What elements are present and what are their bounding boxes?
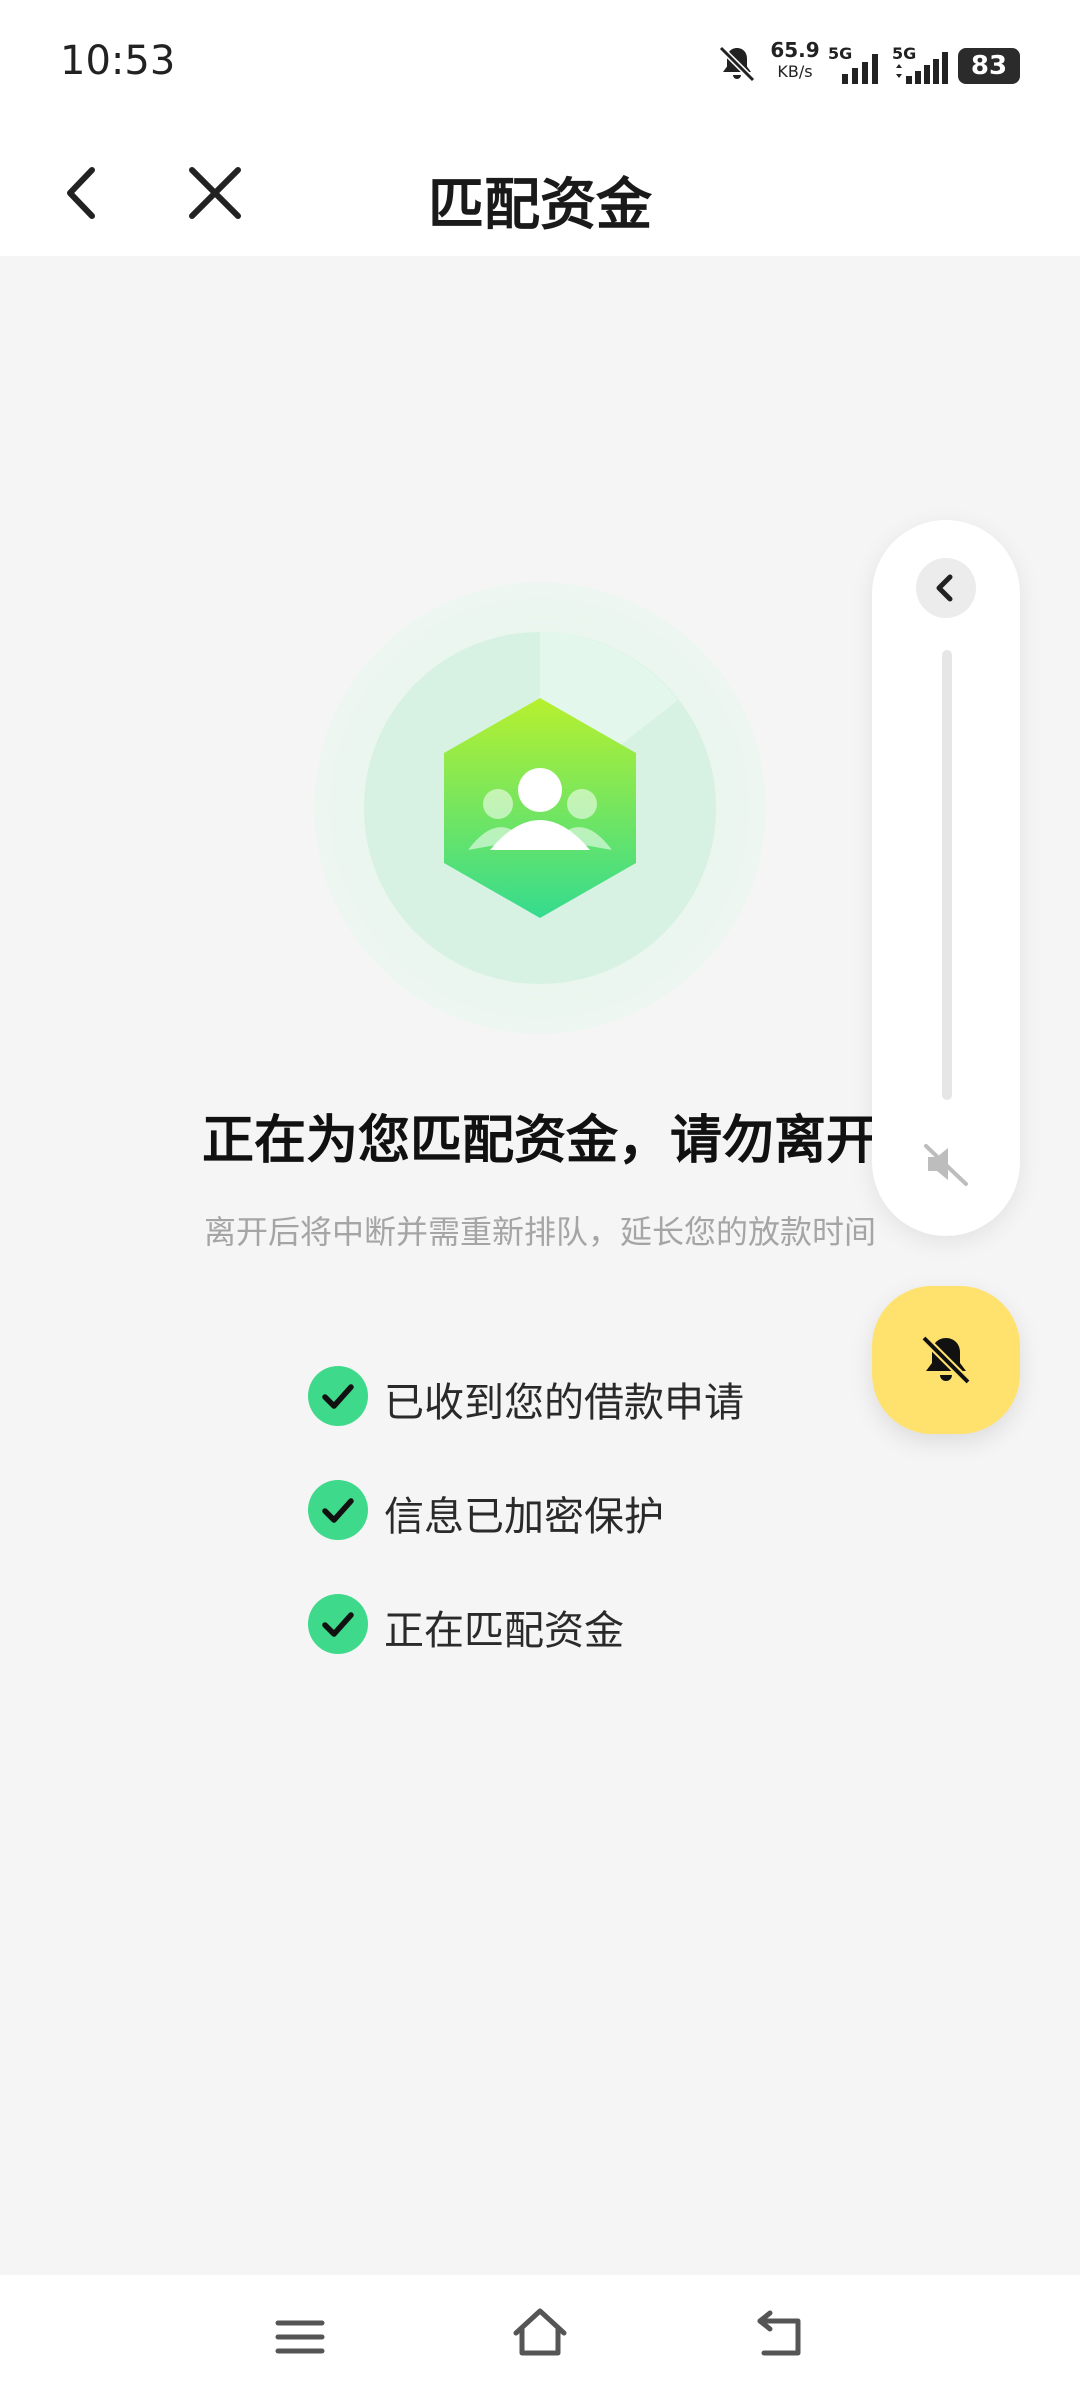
- check-icon: [308, 1480, 368, 1540]
- system-navigation-bar: [0, 2275, 1080, 2400]
- volume-panel: [872, 520, 1020, 1236]
- battery-icon: 83: [958, 48, 1020, 84]
- bell-off-icon: [921, 1335, 971, 1385]
- network-speed-value: 65.9: [770, 38, 820, 62]
- sim1-signal: 5G: [828, 44, 894, 88]
- status-bar: 10:53 65.9 KB/s 5G 5G 83: [0, 0, 1080, 130]
- signal-icon: [842, 54, 878, 84]
- chevron-left-icon: [936, 574, 953, 602]
- volume-slider[interactable]: [942, 650, 952, 1100]
- signal-icon: [896, 52, 948, 84]
- home-icon[interactable]: [508, 2301, 572, 2365]
- network-speed-unit: KB/s: [777, 62, 813, 81]
- header: 匹配资金: [0, 130, 1080, 256]
- bell-off-icon: [718, 45, 756, 83]
- back-icon[interactable]: [750, 2301, 814, 2365]
- status-time: 10:53: [60, 38, 176, 84]
- users-hexagon-icon: [314, 582, 766, 1034]
- checklist-label: 信息已加密保护: [384, 1494, 664, 1540]
- checklist-label: 正在匹配资金: [384, 1608, 624, 1654]
- volume-collapse-button[interactable]: [916, 558, 976, 618]
- speaker-muted-icon[interactable]: [916, 1134, 976, 1194]
- network-speed: 65.9 KB/s: [765, 40, 825, 80]
- check-icon: [308, 1594, 368, 1654]
- checklist-label: 已收到您的借款申请: [384, 1380, 744, 1426]
- check-icon: [308, 1366, 368, 1426]
- ring-mode-button[interactable]: [872, 1286, 1020, 1434]
- page-title: 匹配资金: [428, 173, 652, 238]
- menu-icon[interactable]: [268, 2305, 332, 2369]
- sim2-signal: 5G: [892, 44, 958, 88]
